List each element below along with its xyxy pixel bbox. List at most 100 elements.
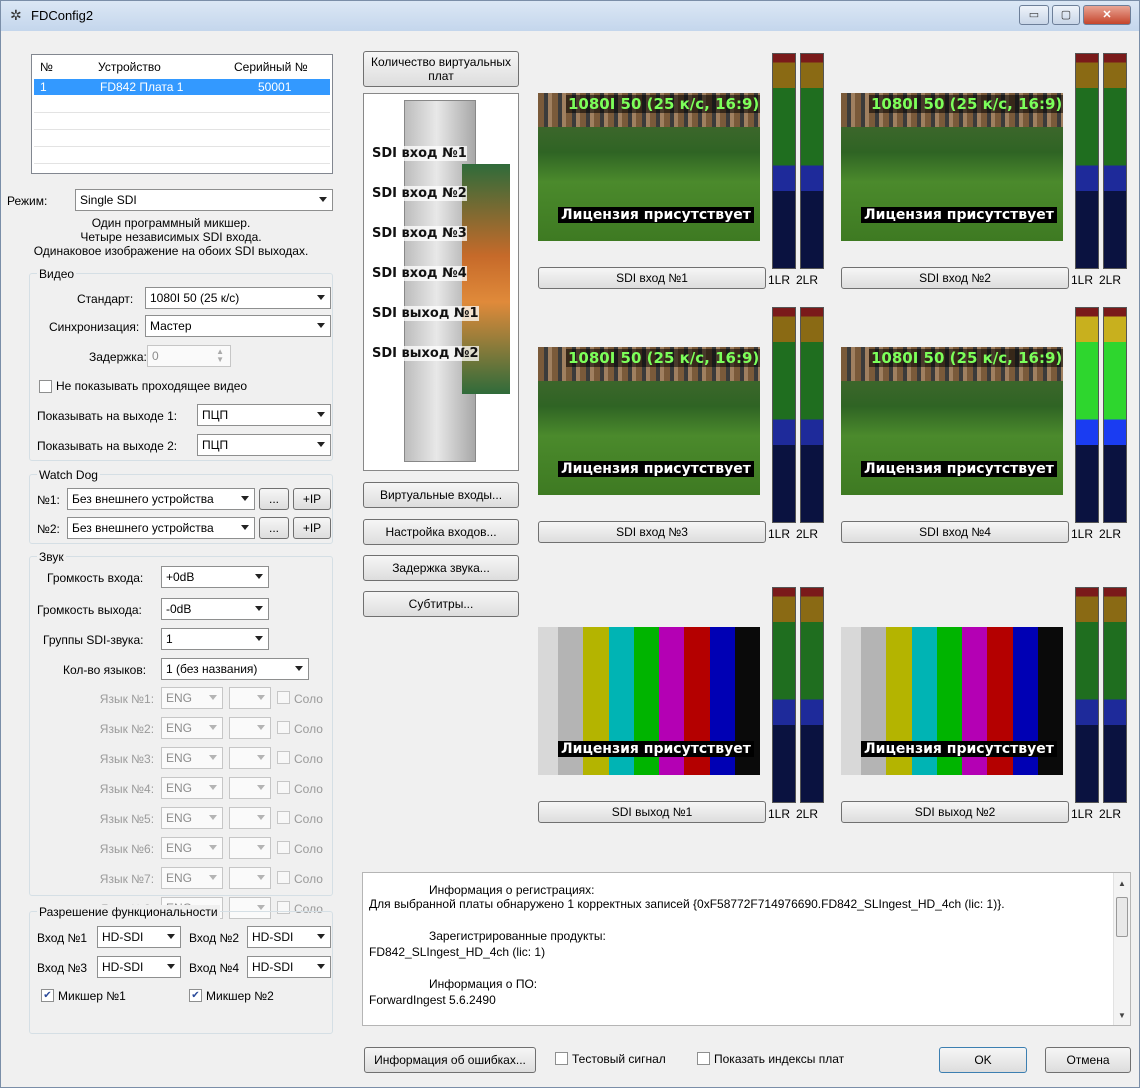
watchdog1-more-button[interactable]: ... — [259, 488, 289, 510]
error-info-button[interactable]: Информация об ошибках... — [364, 1047, 536, 1073]
language-code-select[interactable]: ENG — [161, 867, 223, 889]
chevron-down-icon — [295, 666, 303, 671]
license-label: Лицензия присутствует — [558, 461, 754, 477]
hide-passthrough-checkbox[interactable] — [39, 380, 52, 393]
solo-label: Соло — [294, 842, 323, 856]
resolution-label: 1080I 50 (25 к/с, 16:9) — [566, 95, 760, 113]
input3-select[interactable]: HD-SDI — [97, 956, 181, 978]
mode-select[interactable]: Single SDI — [75, 189, 333, 211]
maximize-button[interactable]: ▢ — [1052, 5, 1080, 25]
table-row[interactable]: 1 FD842 Плата 1 50001 — [34, 79, 330, 95]
ok-button[interactable]: OK — [939, 1047, 1027, 1073]
sdi-groups-select[interactable]: 1 — [161, 628, 269, 650]
audio-meter: 1LR 2LR — [1071, 53, 1127, 287]
input2-select[interactable]: HD-SDI — [247, 926, 331, 948]
chevron-down-icon — [257, 845, 265, 850]
watchdog2-label: №2: — [37, 522, 60, 536]
scroll-down-icon[interactable]: ▼ — [1118, 1011, 1126, 1020]
scroll-up-icon[interactable]: ▲ — [1118, 879, 1126, 888]
language-name-select[interactable] — [229, 807, 271, 829]
chevron-down-icon — [209, 695, 217, 700]
solo-checkbox[interactable] — [277, 751, 290, 764]
sync-select[interactable]: Мастер — [145, 315, 331, 337]
language-code-select[interactable]: ENG — [161, 717, 223, 739]
grid-line — [34, 129, 330, 130]
scroll-thumb[interactable] — [1116, 897, 1128, 937]
channel-button[interactable]: SDI вход №4 — [841, 521, 1069, 543]
watchdog2-ip-button[interactable]: +IP — [293, 517, 331, 539]
mixer2-checkbox[interactable]: ✔ — [189, 989, 202, 1002]
app-icon: ✲ — [10, 7, 22, 23]
mixer1-checkbox[interactable]: ✔ — [41, 989, 54, 1002]
channel-button[interactable]: SDI вход №1 — [538, 267, 766, 289]
channel-button[interactable]: SDI выход №1 — [538, 801, 766, 823]
language-name-select[interactable] — [229, 837, 271, 859]
language-name-select[interactable] — [229, 687, 271, 709]
solo-checkbox[interactable] — [277, 721, 290, 734]
device-table[interactable]: № Устройство Серийный № 1 FD842 Плата 1 … — [31, 54, 333, 174]
test-signal-checkbox[interactable] — [555, 1052, 568, 1065]
input-setup-button[interactable]: Настройка входов... — [363, 519, 519, 545]
watchdog1-value: Без внешнего устройства — [72, 492, 214, 506]
solo-checkbox[interactable] — [277, 781, 290, 794]
solo-checkbox[interactable] — [277, 841, 290, 854]
output1-select[interactable]: ПЦП — [197, 404, 331, 426]
language-code-value: ENG — [166, 871, 193, 885]
channel-button[interactable]: SDI вход №3 — [538, 521, 766, 543]
channel-button[interactable]: SDI вход №2 — [841, 267, 1069, 289]
info-scrollbar[interactable]: ▲ ▼ — [1113, 873, 1130, 1025]
solo-checkbox[interactable] — [277, 811, 290, 824]
language-name-select[interactable] — [229, 867, 271, 889]
channel-button[interactable]: SDI выход №2 — [841, 801, 1069, 823]
watchdog2-select[interactable]: Без внешнего устройства — [67, 517, 255, 539]
info-line: FD842_SLIngest_HD_4ch (lic: 1) — [369, 945, 546, 959]
input2-label: Вход №2 — [189, 931, 240, 945]
language-label: Язык №5: — [99, 812, 155, 826]
standard-select[interactable]: 1080I 50 (25 к/с) — [145, 287, 331, 309]
cancel-button[interactable]: Отмена — [1045, 1047, 1131, 1073]
close-button[interactable]: ✕ — [1083, 5, 1131, 25]
mode-desc-line: Четыре независимых SDI входа. — [80, 230, 262, 244]
delay-label: Задержка: — [89, 350, 147, 364]
input-volume-select[interactable]: +0dB — [161, 566, 269, 588]
output-volume-select[interactable]: -0dB — [161, 598, 269, 620]
sdi-groups-value: 1 — [166, 632, 173, 646]
output2-select[interactable]: ПЦП — [197, 434, 331, 456]
language-code-select[interactable]: ENG — [161, 687, 223, 709]
language-code-select[interactable]: ENG — [161, 777, 223, 799]
output2-label: Показывать на выходе 2: — [37, 439, 178, 453]
watchdog1-ip-button[interactable]: +IP — [293, 488, 331, 510]
minimize-button[interactable]: ▭ — [1019, 5, 1049, 25]
virtual-inputs-button[interactable]: Виртуальные входы... — [363, 482, 519, 508]
column-header-num[interactable]: № — [40, 60, 53, 74]
solo-checkbox[interactable] — [277, 871, 290, 884]
meter-column — [1103, 587, 1127, 803]
language-code-select[interactable]: ENG — [161, 807, 223, 829]
input4-select[interactable]: HD-SDI — [247, 956, 331, 978]
column-header-device[interactable]: Устройство — [98, 60, 161, 74]
language-name-select[interactable] — [229, 747, 271, 769]
virtual-boards-button[interactable]: Количество виртуальных плат — [363, 51, 519, 87]
languages-count-select[interactable]: 1 (без названия) — [161, 658, 309, 680]
spinner-arrows-icon: ▲ ▼ — [216, 347, 224, 364]
watchdog1-select[interactable]: Без внешнего устройства — [67, 488, 255, 510]
language-name-select[interactable] — [229, 777, 271, 799]
video-preview: 1080I 50 (25 к/с, 16:9) Лицензия присутст… — [538, 93, 760, 241]
language-code-select[interactable]: ENG — [161, 747, 223, 769]
column-header-serial[interactable]: Серийный № — [234, 60, 308, 74]
meter-label: 2LR — [1099, 273, 1122, 287]
mixer1-label: Микшер №1 — [58, 989, 126, 1003]
input1-select[interactable]: HD-SDI — [97, 926, 181, 948]
chevron-down-icon — [241, 525, 249, 530]
audio-delay-button[interactable]: Задержка звука... — [363, 555, 519, 581]
language-name-select[interactable] — [229, 717, 271, 739]
delay-spinner[interactable]: 0 ▲ ▼ — [147, 345, 231, 367]
info-panel[interactable]: Информация о регистрациях: Для выбранной… — [362, 872, 1131, 1026]
language-label: Язык №7: — [99, 872, 155, 886]
mode-description: Один программный микшер. Четыре независи… — [1, 216, 341, 258]
show-indexes-checkbox[interactable] — [697, 1052, 710, 1065]
solo-checkbox[interactable] — [277, 691, 290, 704]
subtitles-button[interactable]: Субтитры... — [363, 591, 519, 617]
watchdog2-more-button[interactable]: ... — [259, 517, 289, 539]
language-code-select[interactable]: ENG — [161, 837, 223, 859]
